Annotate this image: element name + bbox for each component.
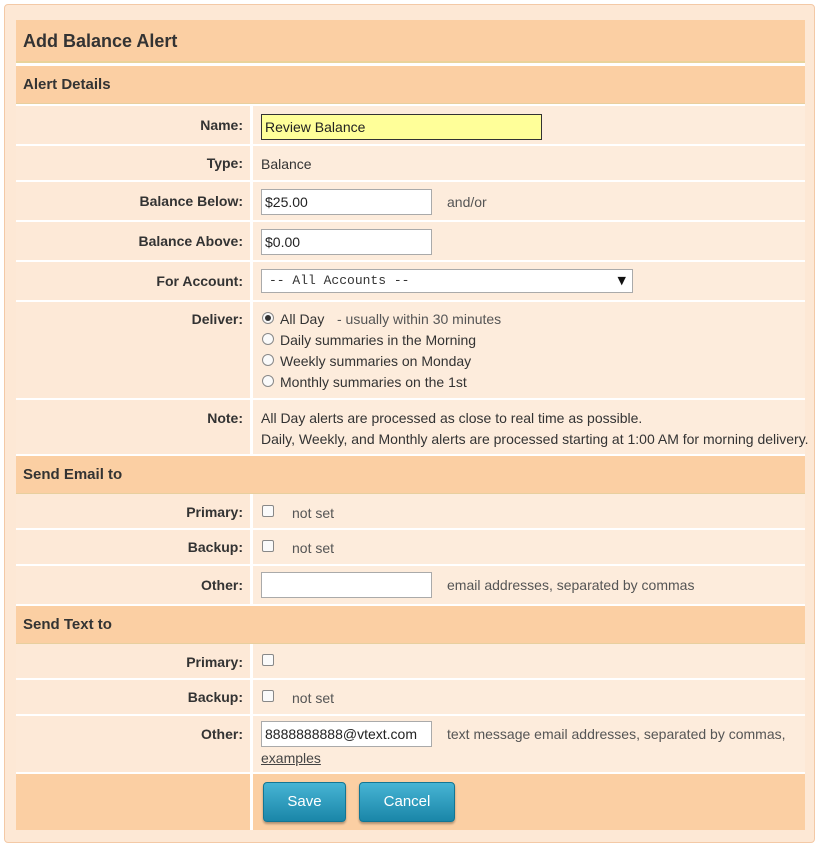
deliver-label: Deliver: bbox=[16, 302, 253, 398]
cancel-button[interactable]: Cancel bbox=[359, 782, 455, 822]
dropdown-arrow-icon: ▼ bbox=[617, 274, 626, 287]
text-other-label: Other: bbox=[16, 716, 253, 772]
row-deliver: Deliver: All Day - usually within 30 min… bbox=[16, 302, 805, 400]
for-account-label: For Account: bbox=[16, 262, 253, 300]
balance-above-label: Balance Above: bbox=[16, 222, 253, 260]
balance-below-input[interactable] bbox=[261, 189, 432, 215]
row-text-primary: Primary: bbox=[16, 644, 805, 680]
email-other-label: Other: bbox=[16, 566, 253, 604]
deliver-weekly-label: Weekly summaries on Monday bbox=[280, 353, 472, 369]
deliver-all-day-radio[interactable] bbox=[262, 312, 274, 324]
email-primary-value: not set bbox=[292, 505, 335, 521]
deliver-monthly-label: Monthly summaries on the 1st bbox=[280, 374, 467, 390]
row-type: Type: Balance bbox=[16, 146, 805, 182]
deliver-all-day-hint: - usually within 30 minutes bbox=[337, 311, 502, 327]
section-send-email: Send Email to bbox=[16, 456, 805, 494]
balance-below-hint: and/or bbox=[447, 194, 487, 210]
alert-form-frame: Add Balance Alert Alert Details Name: Ty… bbox=[4, 4, 815, 843]
text-other-hint: text message email addresses, separated … bbox=[447, 726, 786, 742]
row-actions: Save Cancel bbox=[16, 774, 805, 830]
text-primary-checkbox[interactable] bbox=[262, 654, 274, 666]
note-line-2: Daily, Weekly, and Monthly alerts are pr… bbox=[261, 431, 809, 447]
email-other-input[interactable] bbox=[261, 572, 432, 598]
name-input[interactable] bbox=[261, 114, 542, 140]
text-primary-label: Primary: bbox=[16, 644, 253, 678]
text-other-input[interactable] bbox=[261, 721, 432, 747]
email-backup-checkbox[interactable] bbox=[262, 540, 274, 552]
balance-below-label: Balance Below: bbox=[16, 182, 253, 220]
email-primary-checkbox[interactable] bbox=[262, 505, 274, 517]
row-email-backup: Backup: not set bbox=[16, 530, 805, 566]
deliver-daily-label: Daily summaries in the Morning bbox=[280, 332, 477, 348]
row-email-other: Other: email addresses, separated by com… bbox=[16, 566, 805, 606]
row-text-backup: Backup: not set bbox=[16, 680, 805, 716]
alert-form-panel: Add Balance Alert Alert Details Name: Ty… bbox=[16, 20, 809, 830]
row-text-other: Other: text message email addresses, sep… bbox=[16, 716, 805, 774]
text-backup-value: not set bbox=[292, 690, 335, 706]
examples-link[interactable]: examples bbox=[261, 750, 321, 766]
row-name: Name: bbox=[16, 106, 805, 146]
row-balance-below: Balance Below: and/or bbox=[16, 182, 805, 222]
deliver-all-day-label: All Day bbox=[280, 311, 325, 327]
type-label: Type: bbox=[16, 146, 253, 180]
row-note: Note: All Day alerts are processed as cl… bbox=[16, 400, 809, 456]
section-alert-details: Alert Details bbox=[16, 66, 805, 104]
page-title: Add Balance Alert bbox=[16, 20, 805, 63]
type-value: Balance bbox=[261, 156, 312, 172]
email-backup-label: Backup: bbox=[16, 530, 253, 564]
row-email-primary: Primary: not set bbox=[16, 494, 805, 530]
actions-spacer bbox=[16, 774, 253, 830]
deliver-weekly-radio[interactable] bbox=[262, 354, 274, 366]
account-select[interactable]: -- All Accounts -- ▼ bbox=[261, 269, 633, 293]
note-line-1: All Day alerts are processed as close to… bbox=[261, 410, 643, 426]
email-other-hint: email addresses, separated by commas bbox=[447, 577, 695, 593]
balance-above-input[interactable] bbox=[261, 229, 432, 255]
save-button[interactable]: Save bbox=[263, 782, 346, 822]
deliver-daily-radio[interactable] bbox=[262, 333, 274, 345]
name-label: Name: bbox=[16, 106, 253, 144]
text-backup-checkbox[interactable] bbox=[262, 690, 274, 702]
email-primary-label: Primary: bbox=[16, 494, 253, 528]
deliver-monthly-radio[interactable] bbox=[262, 375, 274, 387]
row-for-account: For Account: -- All Accounts -- ▼ bbox=[16, 262, 805, 302]
note-label: Note: bbox=[16, 400, 253, 454]
email-backup-value: not set bbox=[292, 540, 335, 556]
account-select-value: -- All Accounts -- bbox=[269, 273, 410, 288]
text-backup-label: Backup: bbox=[16, 680, 253, 714]
section-send-text: Send Text to bbox=[16, 606, 805, 644]
row-balance-above: Balance Above: bbox=[16, 222, 805, 262]
